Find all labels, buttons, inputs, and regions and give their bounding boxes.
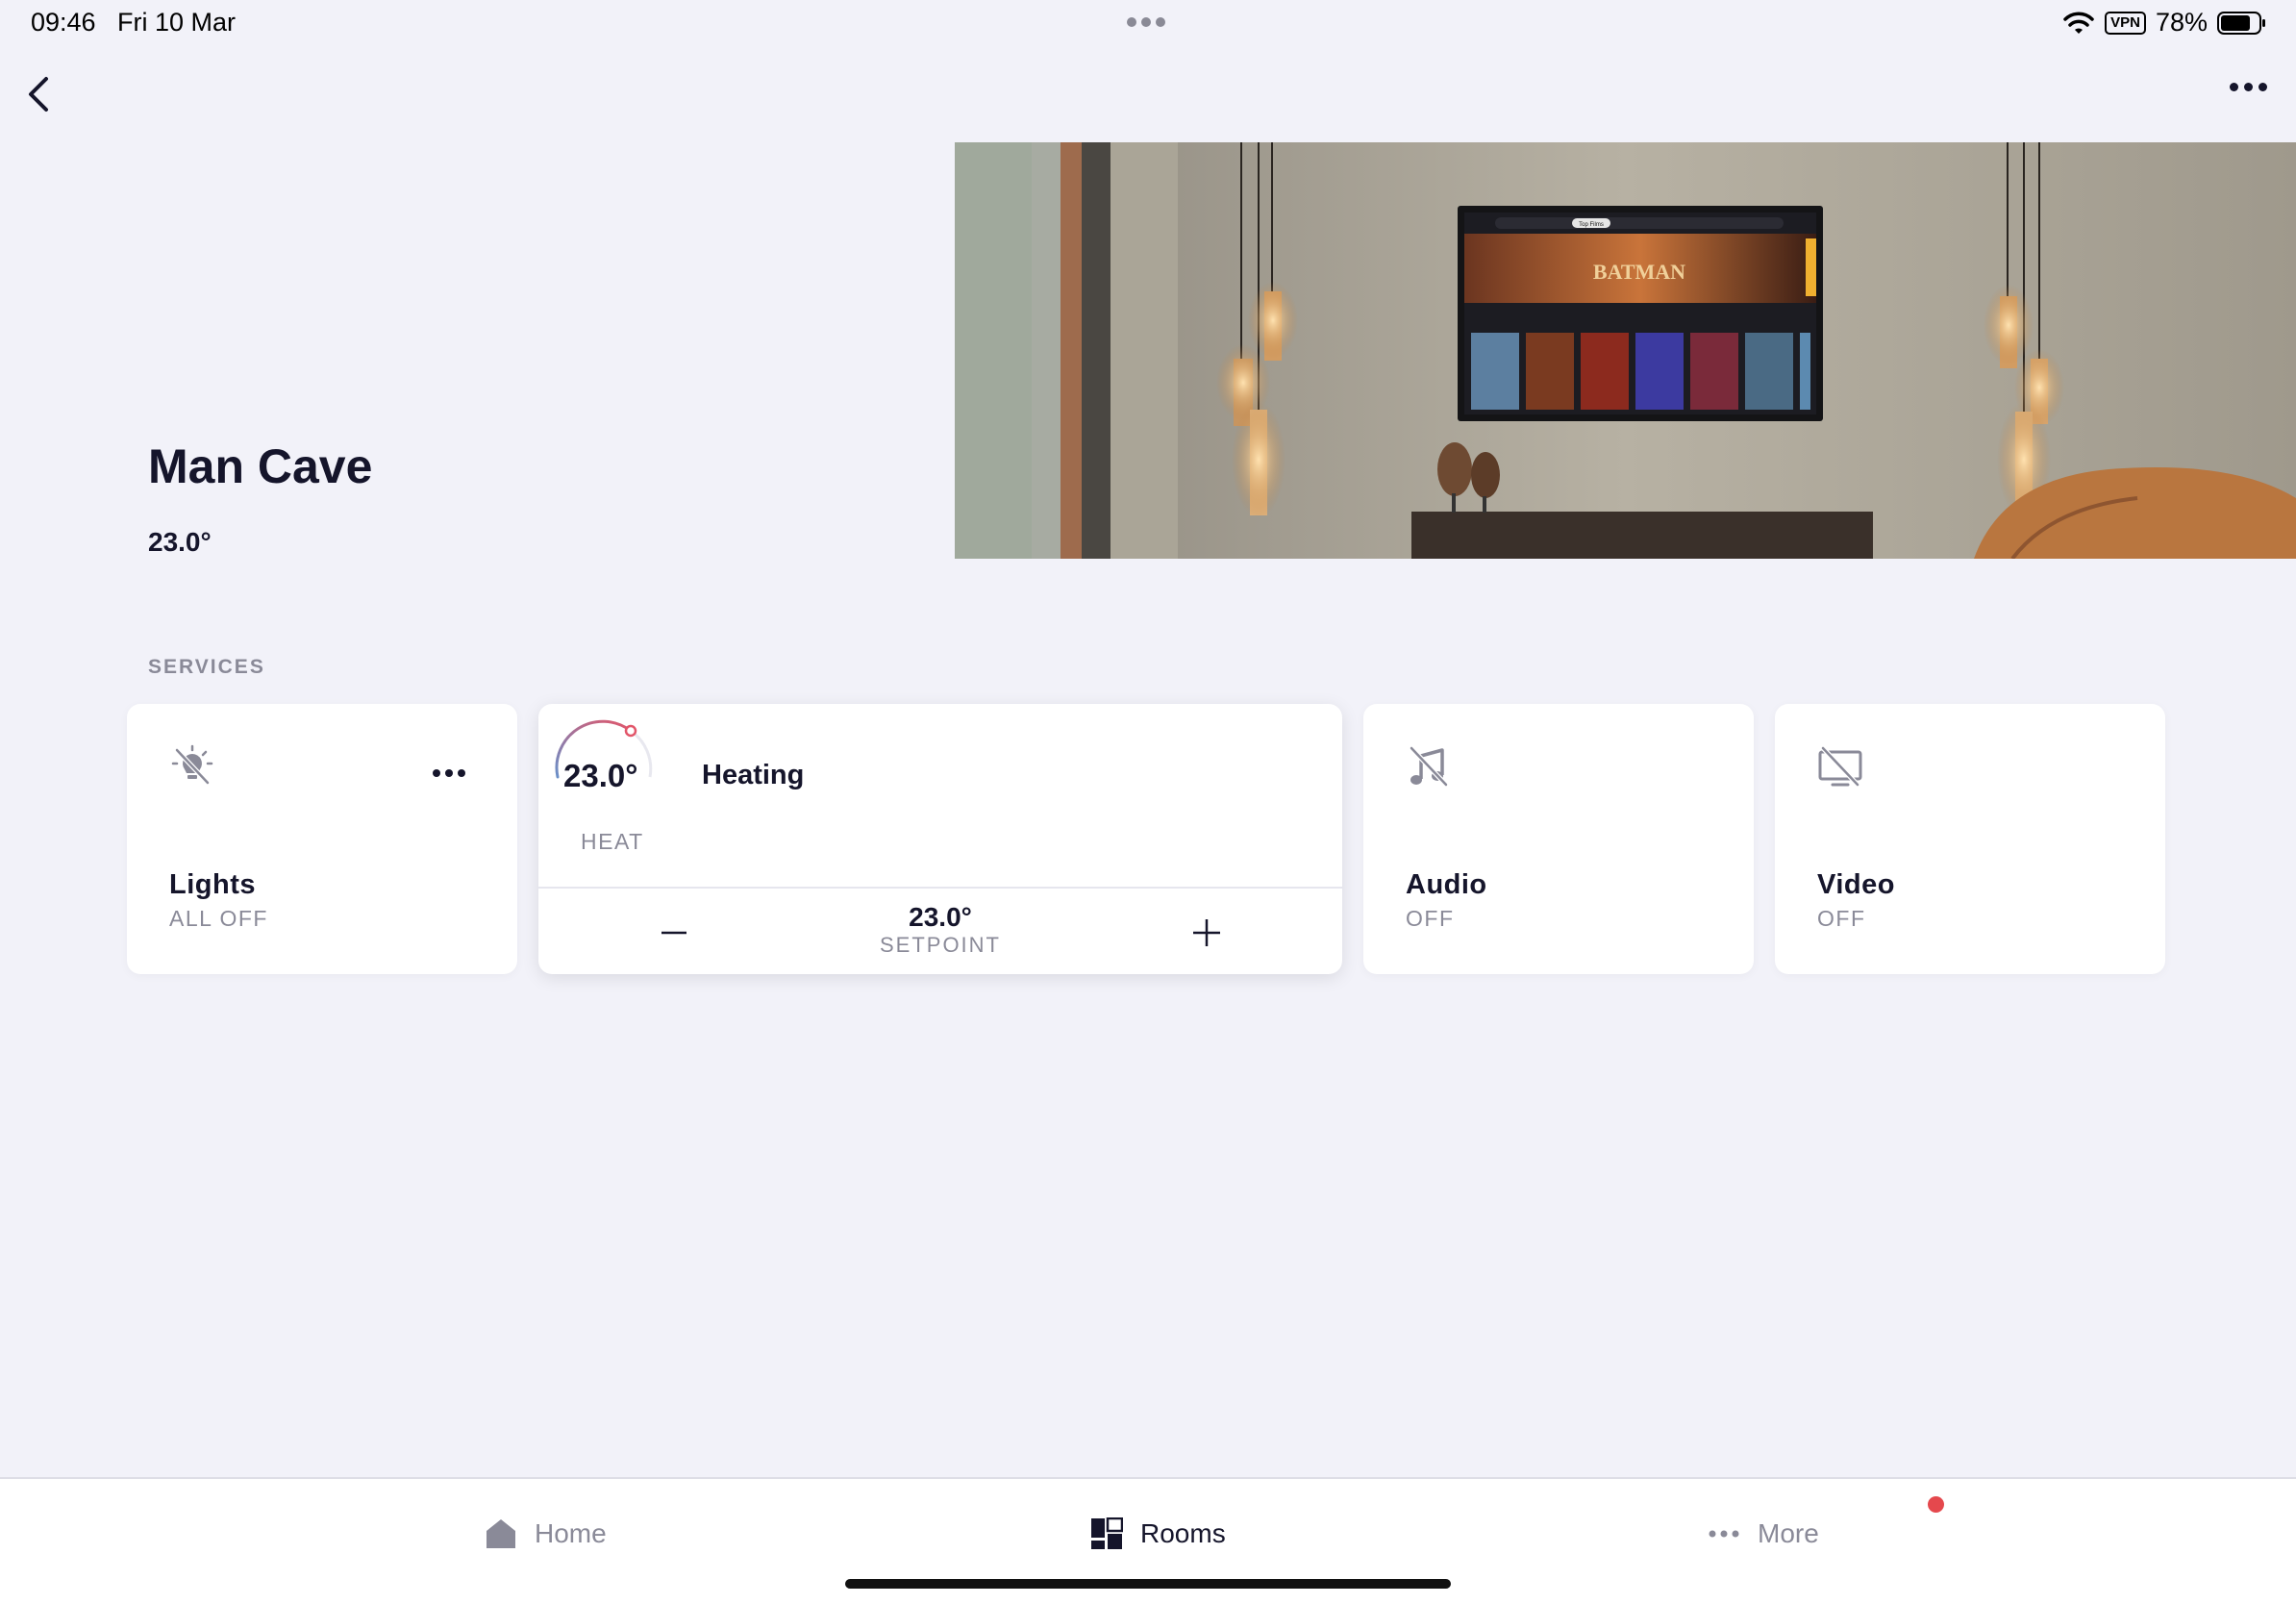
- heating-mode[interactable]: HEAT: [581, 829, 644, 855]
- status-date: Fri 10 Mar: [117, 8, 237, 37]
- tab-bar: Home Rooms More: [0, 1477, 2296, 1604]
- home-icon: [487, 1519, 515, 1548]
- notification-badge: [1928, 1496, 1944, 1513]
- tv-off-icon: [1818, 746, 1862, 787]
- audio-card[interactable]: Audio OFF: [1363, 704, 1754, 974]
- tab-more[interactable]: More: [1708, 1517, 1819, 1550]
- multitasking-handle[interactable]: [1127, 17, 1165, 27]
- tab-rooms-label: Rooms: [1140, 1518, 1226, 1548]
- vpn-badge: VPN: [2105, 11, 2146, 35]
- back-button[interactable]: [21, 73, 56, 115]
- heating-title: Heating: [702, 760, 805, 790]
- heating-card[interactable]: 23.0° Heating HEAT 23.0° SETPOINT: [538, 704, 1342, 974]
- tab-more-label: More: [1758, 1518, 1819, 1548]
- room-temperature: 23.0°: [148, 527, 212, 557]
- tab-home-label: Home: [535, 1518, 607, 1548]
- battery-percentage: 78%: [2155, 8, 2208, 37]
- room-detail-screen: 09:46 Fri 10 Mar VPN 78% Man Cave 23.0°: [0, 0, 2296, 1604]
- status-time: 09:46: [31, 8, 96, 37]
- home-indicator[interactable]: [845, 1579, 1451, 1589]
- status-indicators: VPN 78%: [2062, 8, 2267, 38]
- tv-featured-title: BATMAN: [1593, 260, 1685, 284]
- more-dots-icon: [1709, 1530, 1739, 1538]
- video-title: Video: [1817, 869, 1895, 900]
- room-photo: Top Films BATMAN: [955, 142, 2296, 559]
- audio-title: Audio: [1406, 869, 1487, 900]
- lights-title: Lights: [169, 869, 256, 900]
- audio-status: OFF: [1406, 906, 1455, 931]
- light-bulb-off-icon: [171, 744, 213, 785]
- video-status: OFF: [1817, 906, 1866, 931]
- services-section-label: SERVICES: [148, 656, 265, 678]
- room-title: Man Cave: [148, 439, 373, 493]
- video-card[interactable]: Video OFF: [1775, 704, 2165, 974]
- more-options-button[interactable]: [2230, 83, 2267, 91]
- lights-status: ALL OFF: [169, 906, 268, 931]
- tab-rooms[interactable]: Rooms: [1090, 1517, 1226, 1550]
- heating-divider: [538, 887, 1342, 889]
- setpoint-increase-button[interactable]: [1187, 914, 1226, 952]
- lights-menu-button[interactable]: [433, 769, 465, 777]
- heating-current-temperature: 23.0°: [563, 758, 638, 793]
- rooms-grid-icon: [1091, 1517, 1123, 1549]
- lights-card[interactable]: Lights ALL OFF: [127, 704, 517, 974]
- wifi-icon: [2063, 12, 2094, 34]
- tab-home[interactable]: Home: [485, 1517, 607, 1550]
- music-off-icon: [1410, 746, 1448, 787]
- battery-icon: [2217, 11, 2265, 35]
- tv-tab-label: Top Films: [1579, 222, 1604, 228]
